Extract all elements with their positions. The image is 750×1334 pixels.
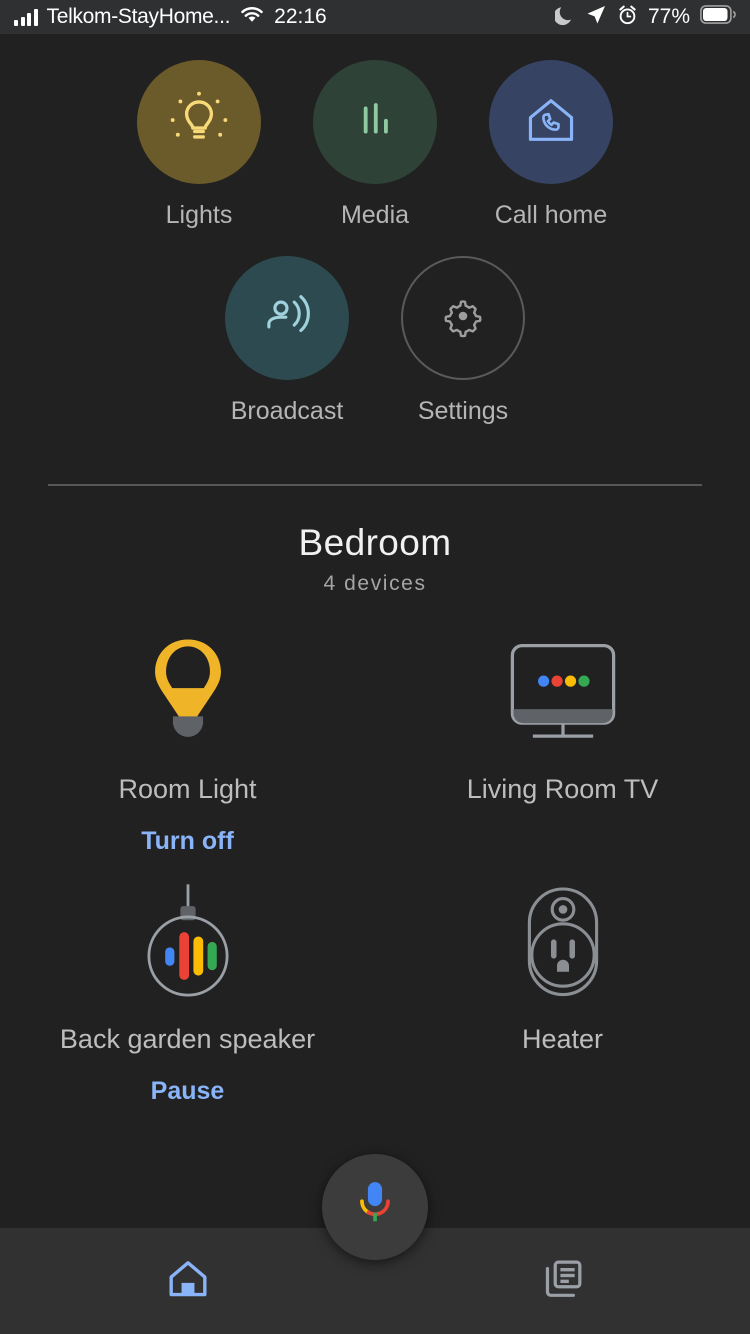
quick-action-broadcast[interactable]: Broadcast: [199, 256, 375, 426]
device-back-garden-speaker[interactable]: Back garden speaker Pause: [0, 874, 375, 1106]
moon-dnd-icon: [553, 4, 575, 31]
device-name: Heater: [521, 1024, 604, 1054]
wifi-icon: [239, 5, 265, 30]
nav-item-home[interactable]: [0, 1228, 375, 1334]
device-name: Living Room TV: [466, 774, 659, 804]
pendant-speaker-icon: [133, 880, 243, 1011]
quick-action-label: Settings: [417, 397, 509, 425]
room-title: Bedroom: [298, 522, 452, 563]
feed-icon: [541, 1257, 585, 1306]
clock-label: 22:16: [274, 5, 327, 28]
quick-action-lights[interactable]: Lights: [111, 60, 287, 230]
quick-actions-row-2: Broadcast Settings: [0, 256, 750, 426]
device-heater[interactable]: Heater: [375, 874, 750, 1106]
quick-action-label: Call home: [494, 201, 608, 229]
battery-percent-label: 77%: [647, 5, 690, 28]
nav-item-feed[interactable]: [375, 1228, 750, 1334]
house-phone-icon: [522, 91, 580, 154]
settings-circle: [401, 256, 525, 380]
assistant-button[interactable]: [322, 1154, 428, 1260]
quick-action-label: Media: [340, 201, 410, 229]
device-icon-wrap: [515, 880, 611, 1010]
lightbulb-icon: [168, 89, 230, 156]
device-icon-wrap: [138, 630, 238, 760]
main-content: Lights Media Call home Broadcast Setting…: [0, 34, 750, 1334]
device-icon-wrap: [133, 880, 243, 1010]
device-action-button[interactable]: Pause: [151, 1077, 225, 1106]
broadcast-icon: [258, 287, 316, 350]
quick-action-settings[interactable]: Settings: [375, 256, 551, 426]
device-room-light[interactable]: Room Light Turn off: [0, 624, 375, 856]
status-bar: Telkom-StayHome... 22:16 77%: [0, 0, 750, 34]
device-name: Room Light: [118, 774, 257, 804]
location-arrow-icon: [585, 4, 607, 31]
tv-chromecast-icon: [498, 637, 628, 754]
battery-icon: [700, 5, 736, 29]
device-action-button[interactable]: Turn off: [141, 827, 234, 856]
google-assistant-mic-icon: [352, 1180, 398, 1235]
media-circle: [313, 60, 437, 184]
call-home-circle: [489, 60, 613, 184]
device-grid: Room Light Turn off Living Room TV Back …: [0, 624, 750, 1106]
alarm-clock-icon: [617, 4, 638, 31]
room-device-count: 4 devices: [323, 572, 427, 595]
quick-action-label: Broadcast: [230, 397, 344, 425]
lights-circle: [137, 60, 261, 184]
equalizer-icon: [348, 93, 402, 152]
device-icon-wrap: [498, 630, 628, 760]
broadcast-circle: [225, 256, 349, 380]
signal-bars-icon: [14, 8, 38, 26]
home-icon: [166, 1257, 210, 1306]
section-divider: [48, 484, 702, 486]
quick-action-label: Lights: [165, 201, 233, 229]
filled-lightbulb-icon: [138, 634, 238, 757]
smart-plug-icon: [515, 883, 611, 1008]
gear-icon: [439, 292, 487, 345]
quick-action-media[interactable]: Media: [287, 60, 463, 230]
quick-action-call-home[interactable]: Call home: [463, 60, 639, 230]
carrier-label: Telkom-StayHome...: [46, 5, 231, 28]
device-name: Back garden speaker: [59, 1024, 316, 1054]
quick-actions-row-1: Lights Media Call home: [0, 60, 750, 230]
device-living-room-tv[interactable]: Living Room TV: [375, 624, 750, 856]
